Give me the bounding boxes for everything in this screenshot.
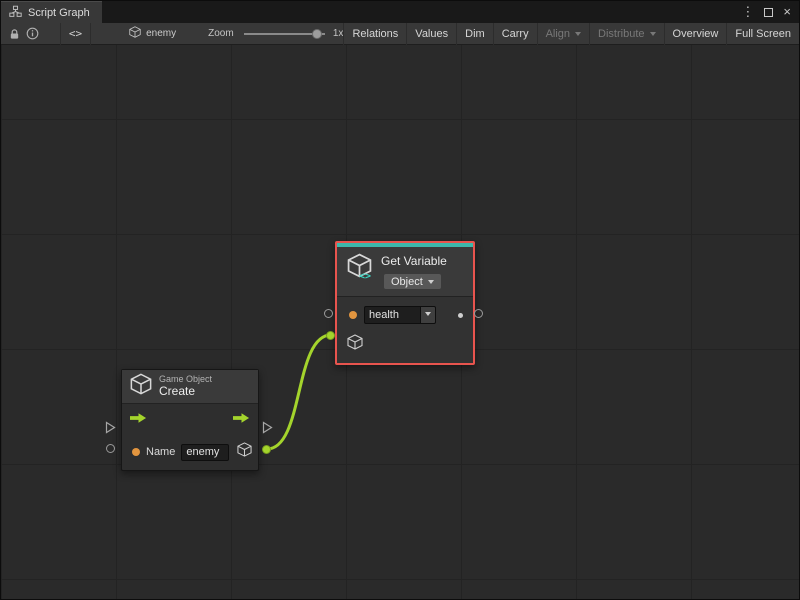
value-port-dot-icon[interactable]	[349, 311, 357, 319]
name-input-port[interactable]	[106, 444, 115, 453]
zoom-slider-thumb[interactable]	[312, 29, 322, 39]
values-label: Values	[415, 28, 448, 40]
overview-button[interactable]: Overview	[664, 23, 727, 45]
flow-out-port-triangle[interactable]	[262, 421, 273, 439]
overview-label: Overview	[673, 28, 719, 40]
flow-ports-row	[122, 404, 258, 436]
carry-button[interactable]: Carry	[493, 23, 537, 45]
zoom-slider[interactable]	[244, 29, 325, 39]
code-badge-icon: <>	[359, 271, 371, 282]
node-create-gameobject[interactable]: Game Object Create Name	[121, 369, 259, 471]
distribute-button[interactable]: Distribute	[589, 23, 663, 45]
title-bar: Script Graph ⋮ ×	[1, 1, 799, 23]
variable-input-port[interactable]	[324, 309, 333, 318]
maximize-icon[interactable]	[764, 8, 773, 17]
script-graph-icon	[9, 5, 22, 21]
gameobject-output-port-connected[interactable]	[262, 445, 271, 454]
object-port-row	[337, 329, 473, 359]
full-screen-button[interactable]: Full Screen	[726, 23, 799, 45]
script-graph-window: Script Graph ⋮ × <> enemy Zoom 1x	[0, 0, 800, 600]
values-button[interactable]: Values	[406, 23, 456, 45]
object-input-port-connected[interactable]	[326, 331, 335, 340]
relations-button[interactable]: Relations	[343, 23, 406, 45]
name-param-row: Name	[122, 436, 258, 468]
zoom-value: 1x	[333, 28, 344, 39]
variable-name-row	[337, 301, 473, 329]
flow-in-arrow-icon[interactable]	[130, 411, 147, 429]
dim-label: Dim	[465, 28, 485, 40]
info-icon[interactable]	[23, 23, 41, 45]
variable-scope-label: Object	[391, 276, 423, 288]
graph-toolbar: <> enemy Zoom 1x Relations Values Dim Ca…	[1, 23, 799, 45]
chevron-down-icon	[425, 312, 431, 319]
variable-name-combo	[364, 306, 436, 324]
graph-name-label: enemy	[146, 28, 176, 39]
graph-reference: enemy	[129, 26, 176, 41]
graph-canvas[interactable]: Game Object Create Name	[1, 45, 800, 600]
align-button[interactable]: Align	[537, 23, 589, 45]
node-title: Create	[159, 385, 212, 398]
variable-name-dropdown-button[interactable]	[420, 306, 436, 324]
node-get-variable[interactable]: <> Get Variable Object	[335, 241, 475, 365]
graph-cube-icon	[129, 26, 141, 41]
node-title: Get Variable	[381, 254, 447, 268]
dim-button[interactable]: Dim	[456, 23, 493, 45]
output-port-dot-icon[interactable]	[458, 313, 463, 318]
carry-label: Carry	[502, 28, 529, 40]
tab-title: Script Graph	[28, 7, 90, 19]
tab-script-graph[interactable]: Script Graph	[1, 1, 102, 23]
name-param-label: Name	[146, 446, 175, 458]
align-label: Align	[546, 28, 570, 40]
close-icon[interactable]: ×	[783, 1, 791, 23]
chevron-down-icon	[428, 280, 434, 287]
lock-icon[interactable]	[5, 23, 23, 45]
variable-name-input[interactable]	[364, 306, 420, 324]
toolbar-buttons: Relations Values Dim Carry Align Distrib…	[343, 23, 799, 45]
edit-code-button[interactable]: <>	[60, 23, 91, 45]
menu-icon[interactable]: ⋮	[741, 1, 754, 23]
distribute-label: Distribute	[598, 28, 644, 40]
chevron-down-icon	[575, 32, 581, 39]
full-screen-label: Full Screen	[735, 28, 791, 40]
name-input[interactable]	[181, 444, 229, 461]
zoom-label: Zoom	[208, 28, 234, 39]
chevron-down-icon	[650, 32, 656, 39]
flow-out-arrow-icon[interactable]	[233, 411, 250, 429]
variable-scope-dropdown[interactable]: Object	[383, 273, 442, 290]
node-create-header[interactable]: Game Object Create	[122, 370, 258, 404]
gameobject-cube-icon	[130, 373, 152, 400]
object-cube-icon[interactable]	[347, 334, 363, 355]
node-get-variable-header[interactable]: <> Get Variable Object	[337, 247, 473, 297]
flow-in-port-triangle[interactable]	[105, 421, 116, 439]
window-controls: ⋮ ×	[741, 1, 799, 23]
value-output-port[interactable]	[474, 309, 483, 318]
gameobject-output-icon[interactable]	[237, 442, 252, 462]
relations-label: Relations	[352, 28, 398, 40]
value-port-dot-icon[interactable]	[132, 448, 140, 456]
